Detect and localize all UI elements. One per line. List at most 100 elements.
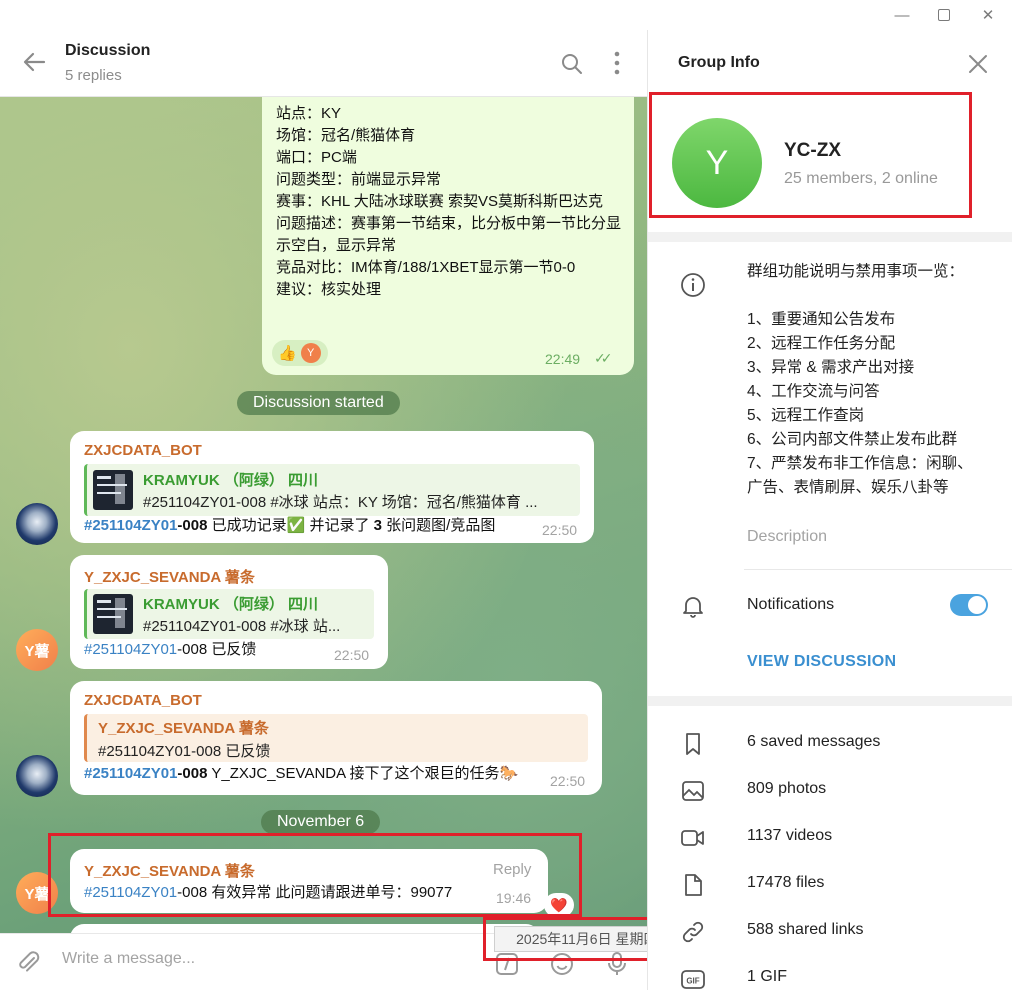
saved-messages-label: 6 saved messages (747, 733, 881, 750)
highlight-box (649, 92, 972, 218)
hashtag-suffix: -008 (177, 765, 208, 782)
info-icon (681, 273, 705, 297)
gif-label: 1 GIF (747, 968, 788, 985)
message-time: 22:50 (334, 647, 370, 663)
highlight-box (48, 833, 582, 917)
description-line: 6、公司内部文件禁止发布此群 (747, 431, 958, 448)
notifications-toggle[interactable] (950, 594, 988, 616)
maximize-button[interactable] (924, 0, 964, 30)
avatar[interactable] (16, 503, 58, 545)
more-options-icon[interactable] (605, 50, 629, 76)
notifications-label: Notifications (747, 596, 835, 613)
links-row[interactable]: 588 shared links (648, 908, 1012, 955)
message-body: Y_ZXJC_SEVANDA 接下了这个艰巨的任务🐎 (207, 765, 519, 782)
message-body: -008 已反馈 (177, 641, 257, 658)
close-icon[interactable] (966, 52, 990, 76)
message-text: 站点：KY 场馆：冠名/熊猫体育 端口：PC端 问题类型：前端显示异常 赛事：K… (276, 103, 626, 301)
read-check-icon: ✓✓ (594, 350, 613, 366)
link-icon (682, 921, 704, 943)
attach-icon[interactable] (14, 949, 42, 977)
thumbs-up-icon: 👍 (278, 345, 297, 362)
hashtag-link[interactable]: #251104ZY01 (84, 641, 177, 658)
group-description: 群组功能说明与禁用事项一览： 1、重要通知公告发布 2、远程工作任务分配 3、异… (747, 260, 987, 500)
hashtag-suffix: -008 (177, 517, 208, 534)
bell-icon (683, 597, 703, 618)
message-line: 问题描述：赛事第一节结束，比分板中第一节比分显示空白，显示异常 (276, 215, 622, 254)
reply-sender: KRAMYUK （阿绿） 四川 (143, 596, 318, 613)
chat-pane: Discussion 5 replies 站点：KY 场馆：冠名/熊猫体育 端口… (0, 30, 647, 990)
hashtag-link[interactable]: #251104ZY01 (84, 517, 177, 534)
message-text: #251104ZY01-008 Y_ZXJC_SEVANDA 接下了这个艰巨的任… (84, 763, 518, 785)
description-line: 1、重要通知公告发布 (747, 311, 896, 328)
description-line: 3、异常 & 需求产出对接 (747, 359, 915, 376)
files-label: 17478 files (747, 874, 825, 891)
toggle-knob (968, 596, 986, 614)
date-separator: November 6 (261, 810, 381, 834)
minimize-button[interactable]: — (882, 0, 922, 30)
gif-icon: GIF (681, 970, 705, 989)
photos-row[interactable]: 809 photos (648, 767, 1012, 814)
image-count: 3 (373, 517, 382, 534)
sender-name[interactable]: ZXJCDATA_BOT (84, 692, 202, 709)
message-bubble[interactable]: ZXJCDATA_BOT Y_ZXJC_SEVANDA 薯条 #251104ZY… (70, 681, 602, 795)
chat-subtitle: 5 replies (65, 67, 122, 84)
message-time: 22:50 (542, 522, 578, 538)
description-blank-line (747, 284, 987, 308)
close-window-button[interactable]: ✕ (968, 0, 1008, 30)
reply-sender: KRAMYUK （阿绿） 四川 (143, 472, 318, 489)
message-line: 建议：核实处理 (276, 281, 382, 298)
hashtag-link[interactable]: #251104ZY01 (84, 765, 177, 782)
photo-icon (682, 781, 704, 801)
avatar[interactable]: Y薯 (16, 629, 58, 671)
message-input[interactable] (62, 950, 462, 968)
search-icon[interactable] (560, 52, 584, 76)
file-icon (685, 874, 702, 896)
sender-name[interactable]: Y_ZXJC_SEVANDA 薯条 (84, 566, 255, 587)
section-divider (648, 696, 1012, 706)
message-line: 竞品对比：IM体育/188/1XBET显示第一节0-0 (276, 259, 576, 276)
own-message[interactable]: 站点：KY 场馆：冠名/熊猫体育 端口：PC端 问题类型：前端显示异常 赛事：K… (262, 70, 634, 375)
svg-text:GIF: GIF (686, 977, 699, 986)
message-line: 问题类型：前端显示异常 (276, 171, 442, 188)
reaction-chip[interactable]: 👍 Y (272, 340, 328, 366)
sender-name[interactable]: ZXJCDATA_BOT (84, 442, 202, 459)
description-line: 2、远程工作任务分配 (747, 335, 896, 352)
reply-preview[interactable]: Y_ZXJC_SEVANDA 薯条 #251104ZY01-008 已反馈 (84, 714, 588, 762)
description-line: 7、严禁发布非工作信息：闲聊、广告、表情刷屏、娱乐八卦等 (747, 455, 973, 496)
message-text: #251104ZY01-008 已成功记录✅ 并记录了 3 张问题图/竞品图 (84, 515, 534, 537)
reply-preview[interactable]: KRAMYUK （阿绿） 四川 #251104ZY01-008 #冰球 站点：K… (84, 464, 580, 516)
links-label: 588 shared links (747, 921, 864, 938)
message-line: 站点：KY (276, 105, 342, 122)
saved-messages-row[interactable]: 6 saved messages (648, 720, 1012, 767)
back-arrow-icon[interactable] (18, 46, 50, 78)
reply-thumbnail (93, 594, 133, 634)
avatar[interactable] (16, 755, 58, 797)
reactor-avatar: Y (300, 343, 321, 363)
video-icon (681, 830, 704, 846)
group-info-pane: Group Info Y YC-ZX 25 members, 2 online … (647, 30, 1012, 990)
message-time: 22:50 (550, 773, 586, 789)
videos-label: 1137 videos (747, 827, 833, 844)
videos-row[interactable]: 1137 videos (648, 814, 1012, 861)
reply-sender: Y_ZXJC_SEVANDA 薯条 (98, 720, 269, 737)
description-line: 4、工作交流与问答 (747, 383, 880, 400)
reply-text: #251104ZY01-008 #冰球 站... (143, 618, 341, 635)
reply-text: #251104ZY01-008 已反馈 (98, 743, 271, 760)
message-text: #251104ZY01-008 已反馈 (84, 639, 256, 661)
message-bubble[interactable]: ZXJCDATA_BOT KRAMYUK （阿绿） 四川 #251104ZY01… (70, 431, 594, 543)
window-titlebar: — ✕ (0, 0, 1012, 30)
message-bubble[interactable]: Y_ZXJC_SEVANDA 薯条 KRAMYUK （阿绿） 四川 #25110… (70, 555, 388, 669)
section-divider (648, 232, 1012, 242)
highlight-box (483, 917, 647, 961)
photos-label: 809 photos (747, 780, 827, 797)
info-title: Group Info (678, 54, 760, 71)
bookmark-icon (686, 733, 700, 755)
view-discussion-link[interactable]: VIEW DISCUSSION (747, 653, 896, 671)
files-row[interactable]: 17478 files (648, 861, 1012, 908)
reply-preview[interactable]: KRAMYUK （阿绿） 四川 #251104ZY01-008 #冰球 站... (84, 589, 374, 639)
message-line: 赛事：KHL 大陆冰球联赛 索契VS莫斯科斯巴达克 (276, 193, 603, 210)
message-body-end: 张问题图/竞品图 (381, 517, 496, 534)
gif-row[interactable]: GIF 1 GIF (648, 955, 1012, 990)
maximize-icon (938, 9, 950, 21)
reply-text: #251104ZY01-008 #冰球 站点：KY 场馆：冠名/熊猫体育 ... (143, 494, 538, 511)
